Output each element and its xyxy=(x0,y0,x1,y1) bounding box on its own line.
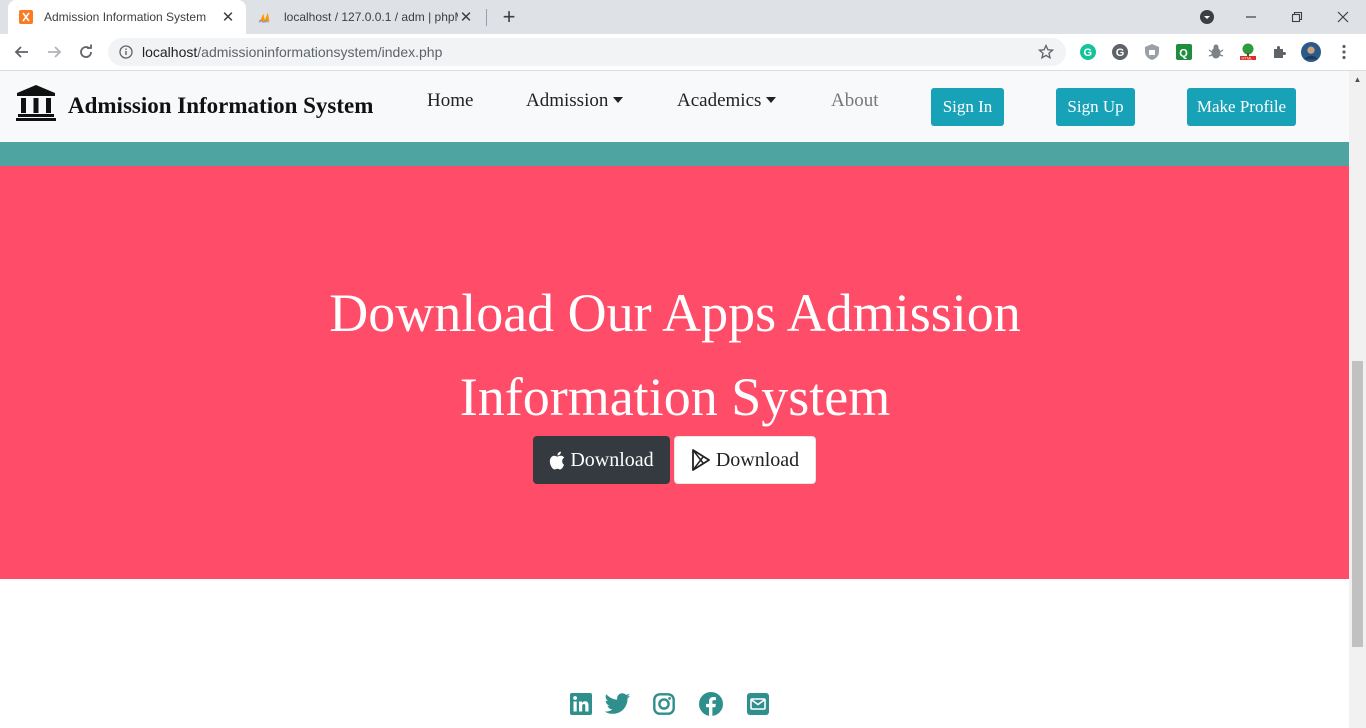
site-navbar: Admission Information System Home Admiss… xyxy=(0,71,1349,142)
nav-academics-label: Academics xyxy=(677,90,762,111)
brand[interactable]: Admission Information System xyxy=(16,85,373,126)
tab-title: localhost / 127.0.0.1 / adm | phpMyAdmin xyxy=(284,10,458,24)
scroll-up-arrow-icon[interactable]: ▲ xyxy=(1349,71,1366,88)
nav-about[interactable]: About xyxy=(831,90,879,112)
reload-icon[interactable] xyxy=(74,40,98,64)
browser-toolbar: localhost/admissioninformationsystem/ind… xyxy=(0,34,1366,71)
chrome-menu-icon[interactable] xyxy=(1334,42,1354,62)
window-close-icon[interactable] xyxy=(1320,0,1366,34)
svg-text:G: G xyxy=(1116,47,1125,59)
instagram-icon[interactable] xyxy=(651,691,677,717)
tab-title: Admission Information System xyxy=(44,10,207,24)
nav-about-label: About xyxy=(831,90,879,111)
restore-icon[interactable] xyxy=(1274,0,1320,34)
brand-name: Admission Information System xyxy=(68,92,374,118)
make-profile-button[interactable]: Make Profile xyxy=(1187,88,1296,126)
extension-shield-icon[interactable] xyxy=(1142,42,1162,62)
phpmyadmin-favicon-icon: PMA xyxy=(258,9,274,25)
browser-tab-inactive[interactable]: PMA localhost / 127.0.0.1 / adm | phpMyA… xyxy=(248,0,484,34)
nav-home-label: Home xyxy=(427,90,474,111)
section-divider-band xyxy=(0,142,1349,166)
svg-text:G: G xyxy=(1084,47,1093,59)
hero-heading-line-2: Information System xyxy=(459,367,891,427)
svg-text:PMA: PMA xyxy=(259,19,269,24)
facebook-icon[interactable] xyxy=(698,691,724,717)
new-tab-plus-icon[interactable]: + xyxy=(497,4,521,29)
google-play-icon xyxy=(691,449,710,471)
extension-g-icon[interactable]: G xyxy=(1110,42,1130,62)
google-play-download-button[interactable]: Download xyxy=(674,436,816,484)
site-info-icon[interactable] xyxy=(118,44,134,60)
linkedin-icon[interactable] xyxy=(568,691,594,717)
envelope-icon[interactable] xyxy=(745,691,771,717)
app-download-section: Download Our Apps Admission Information … xyxy=(0,166,1349,579)
apple-icon xyxy=(550,451,565,469)
caret-down-icon xyxy=(766,97,777,103)
hero-heading-line-1: Download Our Apps Admission xyxy=(329,283,1021,343)
sign-in-button[interactable]: Sign In xyxy=(931,88,1004,126)
nav-academics-dropdown[interactable]: Academics xyxy=(677,90,777,112)
svg-text:Q: Q xyxy=(1179,48,1188,60)
scrollbar-thumb[interactable] xyxy=(1352,361,1363,647)
puzzle-icon[interactable] xyxy=(1270,42,1290,62)
nav-admission-label: Admission xyxy=(526,90,609,111)
browser-tab-active[interactable]: Admission Information System ✕ xyxy=(8,0,246,34)
url-path: /admissioninformationsystem/index.php xyxy=(197,44,443,60)
address-bar[interactable]: localhost/admissioninformationsystem/ind… xyxy=(108,38,1066,66)
tab-separator xyxy=(486,9,487,26)
url-host: localhost xyxy=(142,44,198,60)
extension-q-icon[interactable]: Q xyxy=(1174,42,1194,62)
tab-close-icon[interactable]: ✕ xyxy=(458,9,474,26)
nav-admission-dropdown[interactable]: Admission xyxy=(526,90,624,112)
caret-down-icon xyxy=(613,97,624,103)
browser-tab-strip: Admission Information System ✕ PMA local… xyxy=(0,0,1366,34)
hero-heading: Download Our Apps Admission Information … xyxy=(275,271,1075,439)
tab-search-icon[interactable] xyxy=(1184,0,1230,34)
page-viewport: Admission Information System Home Admiss… xyxy=(0,71,1349,728)
apple-download-label: Download xyxy=(570,448,654,471)
sign-up-button[interactable]: Sign Up xyxy=(1056,88,1135,126)
url-text: localhost/admissioninformationsystem/ind… xyxy=(142,44,1036,60)
twitter-icon[interactable] xyxy=(605,691,631,717)
google-play-download-label: Download xyxy=(715,448,800,471)
profile-avatar[interactable] xyxy=(1301,42,1321,62)
bookmark-star-icon[interactable] xyxy=(1036,42,1056,62)
html-tree-icon[interactable]: HTML xyxy=(1238,42,1258,62)
bug-icon[interactable] xyxy=(1206,42,1226,62)
tab-close-icon[interactable]: ✕ xyxy=(220,9,236,26)
minimize-icon[interactable] xyxy=(1228,0,1274,34)
back-arrow-icon[interactable] xyxy=(10,40,34,64)
xampp-favicon-icon xyxy=(18,9,34,25)
apple-download-button[interactable]: Download xyxy=(533,436,670,484)
nav-home[interactable]: Home xyxy=(427,90,473,112)
institution-building-icon xyxy=(16,85,56,126)
forward-arrow-icon[interactable] xyxy=(42,40,66,64)
svg-text:HTML: HTML xyxy=(1242,56,1254,61)
grammarly-icon[interactable]: G xyxy=(1078,42,1098,62)
